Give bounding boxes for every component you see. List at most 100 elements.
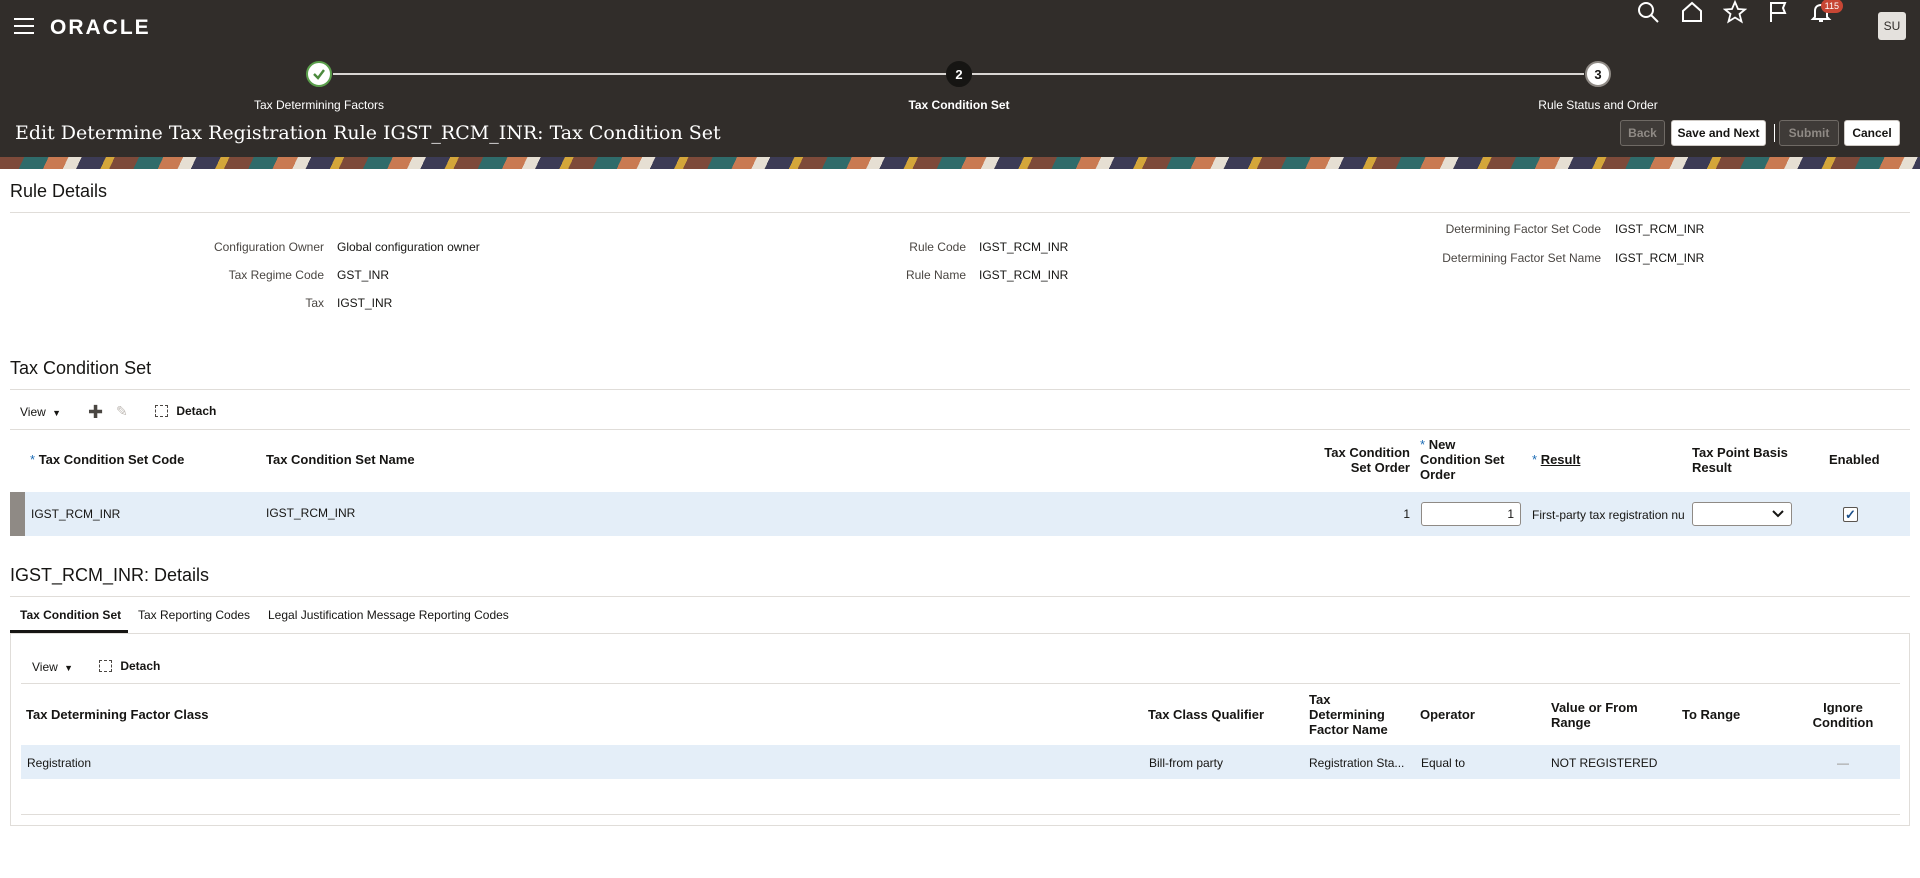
column-header-label: Result	[1540, 452, 1581, 467]
tax-regime-code-label: Tax Regime Code	[228, 268, 324, 282]
column-header-tax-determining-factor-class[interactable]: Tax Determining Factor Class	[26, 707, 209, 722]
column-header-line: Factor Name	[1309, 722, 1388, 737]
divider	[10, 596, 1910, 597]
tab-legal-justification-message-reporting-codes[interactable]: Legal Justification Message Reporting Co…	[268, 608, 509, 622]
cell-ignore-condition[interactable]: —	[1833, 756, 1853, 770]
enabled-checkbox[interactable]: ✓	[1843, 507, 1858, 522]
rule-code-value: IGST_RCM_INR	[979, 240, 1069, 254]
divider	[21, 683, 1900, 684]
train-step-2-label[interactable]: Tax Condition Set	[859, 98, 1059, 112]
tax-label: Tax	[305, 296, 324, 310]
column-header-line: Value or From	[1551, 700, 1638, 715]
determining-factor-set-name-label: Determining Factor Set Name	[1442, 251, 1601, 265]
column-header-tax-condition-set-code[interactable]: * Tax Condition Set Code	[30, 452, 184, 467]
determining-factor-set-code-value: IGST_RCM_INR	[1615, 222, 1705, 236]
chevron-down-icon: ▼	[64, 663, 74, 673]
tax-regime-code-value: GST_INR	[337, 268, 390, 282]
detach-icon	[155, 405, 168, 417]
back-button[interactable]: Back	[1620, 120, 1665, 146]
column-header-line: Order	[1420, 467, 1456, 482]
tax-point-basis-result-select[interactable]	[1692, 502, 1792, 526]
cell-value-or-from-range: NOT REGISTERED	[1551, 756, 1658, 770]
rule-code-label: Rule Code	[909, 240, 966, 254]
save-and-next-button[interactable]: Save and Next	[1671, 120, 1766, 146]
navigator-menu-icon[interactable]	[14, 18, 34, 34]
details-view-menu[interactable]: View ▼	[32, 660, 73, 674]
view-menu[interactable]: View ▼	[20, 405, 61, 419]
new-condition-set-order-input[interactable]: 1	[1421, 502, 1521, 526]
detach-button[interactable]: Detach	[155, 404, 216, 418]
edit-pencil-icon[interactable]: ✎	[116, 403, 128, 420]
divider	[10, 389, 1910, 390]
train-step-3-label[interactable]: Rule Status and Order	[1498, 98, 1698, 112]
tax-value: IGST_INR	[337, 296, 393, 310]
cell-tax-class-qualifier: Bill-from party	[1149, 756, 1224, 770]
detach-label: Detach	[176, 404, 217, 418]
notifications-bell-icon[interactable]: 115	[1809, 0, 1843, 28]
cell-tax-condition-set-order: 1	[1403, 507, 1410, 521]
column-header-enabled[interactable]: Enabled	[1829, 452, 1880, 467]
details-heading: IGST_RCM_INR: Details	[10, 565, 210, 585]
column-header-tax-point-basis-result[interactable]: Tax Point Basis Result	[1692, 445, 1788, 475]
column-header-line: New	[1428, 437, 1456, 452]
column-header-line: Condition	[1812, 715, 1874, 730]
column-header-line: Tax Condition	[1324, 445, 1410, 460]
column-header-operator[interactable]: Operator	[1420, 707, 1475, 722]
user-avatar[interactable]: SU	[1878, 12, 1906, 40]
search-icon[interactable]	[1636, 0, 1662, 28]
column-header-label: Tax Condition Set Code	[38, 452, 185, 467]
column-header-ignore-condition[interactable]: Ignore Condition	[1808, 700, 1878, 730]
determining-factor-set-name-value: IGST_RCM_INR	[1615, 251, 1705, 265]
home-icon[interactable]	[1680, 0, 1706, 28]
column-header-line: Result	[1692, 460, 1732, 475]
chevron-down-icon: ▼	[52, 408, 62, 418]
detach-label: Detach	[120, 659, 161, 673]
chevron-down-icon	[1772, 510, 1784, 518]
cell-tax-determining-factor-class: Registration	[27, 756, 92, 770]
details-detach-button[interactable]: Detach	[99, 659, 160, 673]
page-title: Edit Determine Tax Registration Rule IGS…	[15, 122, 721, 144]
configuration-owner-value: Global configuration owner	[337, 240, 480, 254]
submit-button[interactable]: Submit	[1779, 120, 1839, 146]
column-header-line: Range	[1551, 715, 1591, 730]
train-step-1-complete-icon[interactable]	[306, 61, 332, 87]
configuration-owner-label: Configuration Owner	[213, 240, 324, 254]
watchlist-flag-icon[interactable]	[1766, 0, 1792, 28]
column-header-to-range[interactable]: To Range	[1682, 707, 1740, 722]
train-connector	[333, 73, 957, 75]
column-header-tax-class-qualifier[interactable]: Tax Class Qualifier	[1148, 707, 1264, 722]
column-header-value-or-from-range[interactable]: Value or From Range	[1551, 700, 1638, 730]
cell-tax-condition-set-code: IGST_RCM_INR	[31, 507, 121, 521]
train-step-1-label[interactable]: Tax Determining Factors	[219, 98, 419, 112]
determining-factor-set-code-label: Determining Factor Set Code	[1445, 222, 1601, 236]
oracle-logo[interactable]: ORACLE	[50, 16, 151, 40]
required-indicator: *	[1420, 437, 1426, 452]
required-indicator: *	[1532, 452, 1538, 467]
column-header-tax-condition-set-name[interactable]: Tax Condition Set Name	[266, 452, 415, 467]
rule-details-heading: Rule Details	[10, 181, 108, 201]
detach-icon	[99, 660, 112, 672]
cancel-button[interactable]: Cancel	[1844, 120, 1900, 146]
train-connector	[972, 73, 1584, 75]
train-step-3[interactable]: 3	[1585, 61, 1611, 87]
column-header-new-condition-set-order[interactable]: * New Condition Set Order	[1420, 437, 1505, 482]
result-field[interactable]: First-party tax registration nu	[1532, 508, 1688, 522]
column-header-tax-determining-factor-name[interactable]: Tax Determining Factor Name	[1309, 692, 1388, 737]
view-menu-label: View	[20, 405, 46, 419]
tab-tax-reporting-codes[interactable]: Tax Reporting Codes	[138, 608, 250, 622]
button-separator	[1774, 124, 1775, 142]
column-header-line: Condition Set	[1420, 452, 1505, 467]
column-header-tax-condition-set-order[interactable]: Tax Condition Set Order	[1300, 445, 1410, 475]
add-row-icon[interactable]: ✚	[88, 402, 103, 423]
column-header-result[interactable]: * Result	[1532, 452, 1580, 467]
decorative-banner	[0, 157, 1920, 169]
divider	[10, 212, 1910, 213]
cell-tax-determining-factor-name: Registration Sta...	[1309, 756, 1405, 770]
favorites-star-icon[interactable]	[1722, 0, 1749, 28]
column-header-line: Ignore	[1823, 700, 1863, 715]
row-selector[interactable]	[10, 492, 25, 536]
view-menu-label: View	[32, 660, 58, 674]
train-step-2[interactable]: 2	[946, 61, 972, 87]
cell-tax-condition-set-name: IGST_RCM_INR	[266, 506, 356, 520]
tab-tax-condition-set[interactable]: Tax Condition Set	[20, 608, 121, 622]
